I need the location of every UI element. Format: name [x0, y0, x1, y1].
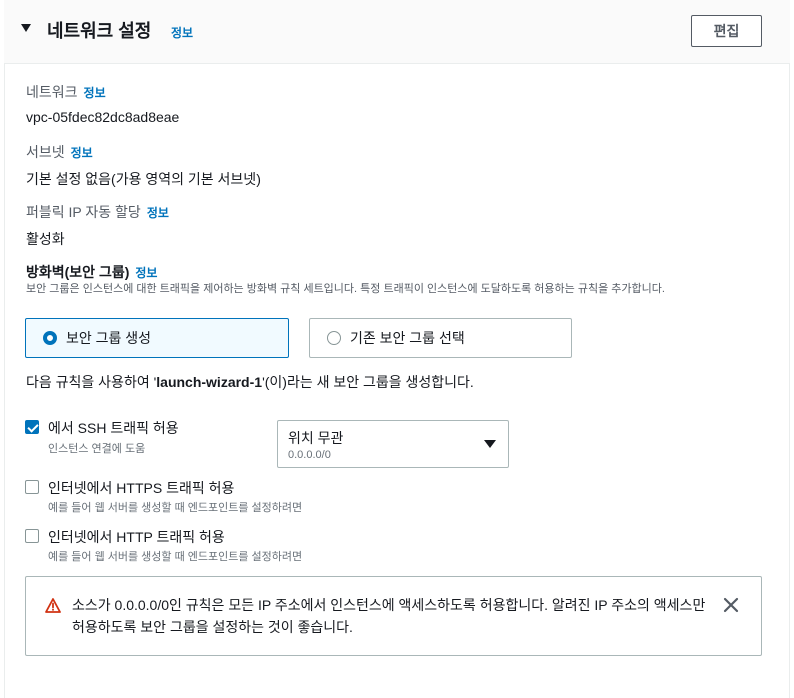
warning-alert: 소스가 0.0.0.0/0인 규칙은 모든 IP 주소에서 인스턴스에 액세스하… [25, 576, 762, 656]
ssh-source-select[interactable]: 위치 무관 0.0.0.0/0 [277, 420, 509, 468]
select-existing-group-label: 기존 보안 그룹 선택 [350, 330, 465, 346]
subnet-label-row: 서브넷 정보 [26, 142, 93, 162]
new-group-name: launch-wizard-1 [156, 374, 263, 390]
select-existing-group-radio[interactable] [327, 331, 341, 345]
public-ip-label-row: 퍼블릭 IP 자동 할당 정보 [26, 202, 169, 222]
public-ip-label: 퍼블릭 IP 자동 할당 [26, 204, 141, 220]
collapse-caret-icon[interactable] [21, 24, 31, 32]
new-group-notice: 다음 규칙을 사용하여 'launch-wizard-1'(이)라는 새 보안 … [26, 372, 474, 392]
firewall-description: 보안 그룹은 인스턴스에 대한 트래픽을 제어하는 방화벽 규칙 세트입니다. … [26, 283, 665, 295]
create-security-group-option[interactable]: 보안 그룹 생성 [25, 318, 289, 358]
new-group-notice-post: '(이)라는 새 보안 그룹을 생성합니다. [262, 374, 474, 390]
warning-alert-text: 소스가 0.0.0.0/0인 규칙은 모든 IP 주소에서 인스턴스에 액세스하… [72, 597, 706, 635]
subnet-value: 기본 설정 없음(가용 영역의 기본 서브넷) [26, 171, 261, 187]
http-rule-checkbox[interactable] [25, 529, 39, 543]
create-security-group-radio[interactable] [43, 331, 57, 345]
public-ip-info-link[interactable]: 정보 [147, 206, 169, 220]
ssh-rule-description: 인스턴스 연결에 도움 [48, 443, 146, 455]
network-value: vpc-05fdec82dc8ad8eae [26, 109, 180, 125]
ssh-source-cidr: 0.0.0.0/0 [288, 449, 331, 461]
section-title: 네트워크 설정 [47, 21, 152, 41]
select-existing-group-option[interactable]: 기존 보안 그룹 선택 [309, 318, 572, 358]
https-rule-description: 예를 들어 웹 서버를 생성할 때 엔드포인트를 설정하려면 [48, 502, 303, 514]
caret-down-icon [484, 440, 496, 448]
https-rule-label: 인터넷에서 HTTPS 트래픽 허용 [48, 480, 235, 496]
new-group-notice-pre: 다음 규칙을 사용하여 ' [26, 374, 157, 390]
subnet-label: 서브넷 [26, 144, 65, 160]
create-security-group-label: 보안 그룹 생성 [66, 330, 152, 346]
network-info-link[interactable]: 정보 [84, 86, 106, 100]
ssh-source-value: 위치 무관 [288, 430, 344, 446]
section-info-link[interactable]: 정보 [171, 24, 193, 41]
ssh-rule-label: 에서 SSH 트래픽 허용 [48, 420, 179, 436]
network-label: 네트워크 [26, 84, 78, 100]
firewall-title: 방화벽(보안 그룹) [26, 264, 130, 280]
edit-button[interactable]: 편집 [691, 15, 762, 47]
http-rule-description: 예를 들어 웹 서버를 생성할 때 엔드포인트를 설정하려면 [48, 551, 303, 563]
subnet-info-link[interactable]: 정보 [71, 146, 93, 160]
warning-icon [45, 598, 61, 613]
network-label-row: 네트워크 정보 [26, 82, 106, 102]
firewall-title-row: 방화벽(보안 그룹) 정보 [26, 262, 157, 282]
close-icon[interactable] [723, 597, 739, 613]
ssh-rule-checkbox[interactable] [25, 420, 39, 434]
public-ip-value: 활성화 [26, 231, 65, 247]
https-rule-checkbox[interactable] [25, 480, 39, 494]
http-rule-label: 인터넷에서 HTTP 트래픽 허용 [48, 529, 225, 545]
firewall-info-link[interactable]: 정보 [135, 266, 157, 280]
